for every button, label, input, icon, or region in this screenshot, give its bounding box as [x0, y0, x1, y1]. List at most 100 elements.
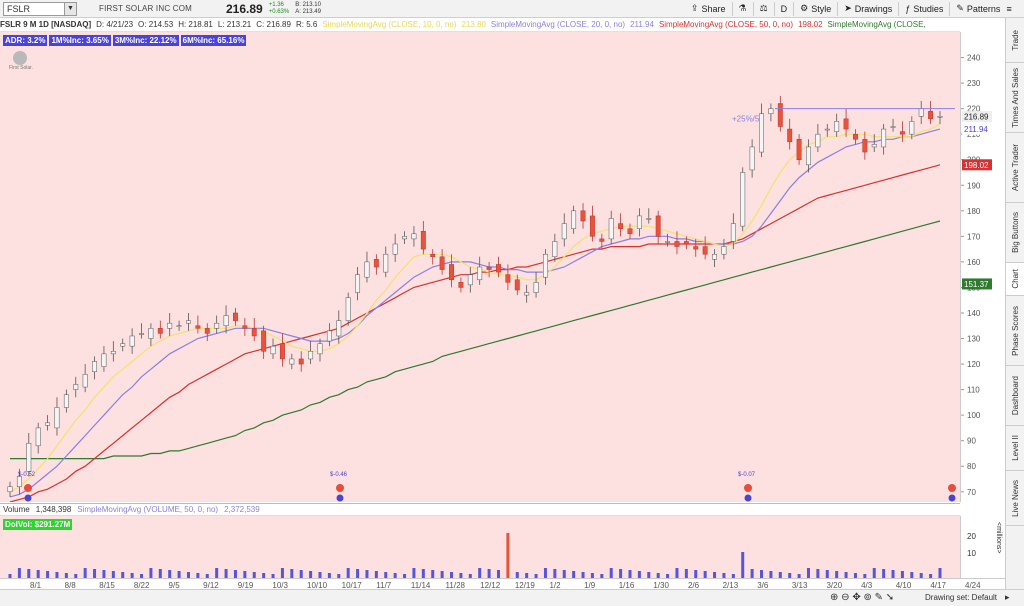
candle-body [533, 282, 539, 293]
candle-body [317, 343, 323, 355]
ma200-label[interactable]: SimpleMovingAvg (CLOSE, [828, 20, 926, 29]
scroll-arrow-icon[interactable]: ▸ [1005, 592, 1010, 603]
volume-bar [825, 570, 829, 578]
dollar-volume-badge: DolVol: $291.27M [3, 519, 73, 530]
candle-body [120, 343, 126, 347]
candle-body [759, 113, 764, 153]
candle-body [289, 358, 295, 365]
candle-body [834, 121, 840, 132]
price-tick: 80 [967, 462, 976, 471]
flask-button[interactable]: ⚗ [739, 3, 747, 14]
volume-bar [356, 569, 360, 578]
ma20-line [9, 128, 941, 498]
ma10-label[interactable]: SimpleMovingAvg (CLOSE, 10, 0, no) [322, 20, 456, 29]
earnings-marker-icon[interactable] [24, 484, 32, 492]
compare-button[interactable]: ⚖ [760, 3, 768, 14]
price-tick: 100 [967, 411, 981, 420]
adr-stat: ADR: 3.2% [3, 35, 48, 46]
ma50-label[interactable]: SimpleMovingAvg (CLOSE, 50, 0, no) [659, 20, 793, 29]
dividend-marker-icon[interactable] [336, 494, 344, 502]
share-button[interactable]: ⇪ Share [691, 3, 726, 14]
volume-bar [168, 570, 172, 578]
patterns-button[interactable]: ✎ Patterns [956, 3, 1000, 14]
candle-body [777, 103, 783, 127]
studies-button[interactable]: ƒ Studies [905, 4, 943, 14]
earnings-value: $-0.52 [18, 472, 36, 478]
candle-body [646, 218, 652, 220]
patterns-icon: ✎ [956, 3, 964, 13]
price-change: +1.36 +0.63% [269, 2, 290, 16]
candle-body [871, 144, 877, 148]
price-axis[interactable]: 2402302202102001901801701601501401301201… [960, 32, 1005, 502]
candle-body [82, 374, 88, 388]
side-tab-label: Live News [1011, 479, 1020, 517]
candle-body [702, 246, 708, 255]
volume-bar [703, 571, 707, 578]
menu-button[interactable]: ≡ [1006, 4, 1011, 14]
candle-body [543, 253, 548, 278]
price-chart[interactable]: +25%/5 $-0.52 $-0.46 $-0.07 [0, 32, 960, 503]
candle-body [261, 330, 267, 352]
side-tab-live-news[interactable]: Live News [1006, 471, 1024, 526]
cursor-icon: ➤ [844, 3, 852, 13]
volume-bar [17, 568, 21, 578]
side-tab-phase-scores[interactable]: Phase Scores [1006, 296, 1024, 366]
price-label: 216.89 [964, 113, 989, 122]
dividend-marker-icon[interactable] [948, 494, 956, 502]
candle-body [129, 335, 135, 347]
bar-low: L: 213.21 [217, 20, 252, 29]
period-button[interactable]: D [781, 4, 788, 14]
volume-bar [111, 571, 115, 578]
candle-body [768, 108, 774, 114]
earnings-marker-icon[interactable] [948, 484, 956, 492]
style-button[interactable]: ⚙ Style [800, 3, 831, 14]
symbol-input[interactable]: FSLR [3, 1, 65, 16]
dividend-marker-icon[interactable] [744, 494, 752, 502]
side-tab-dashboard[interactable]: Dashboard [1006, 366, 1024, 426]
ma20-label[interactable]: SimpleMovingAvg (CLOSE, 20, 0, no) [491, 20, 625, 29]
candle-body [514, 279, 520, 291]
volume-bar [891, 570, 895, 578]
side-tab-active-trader[interactable]: Active Trader [1006, 133, 1024, 203]
earnings-marker-icon[interactable] [744, 484, 752, 492]
price-chart-svg: +25%/5 $-0.52 $-0.46 $-0.07 [7, 95, 956, 503]
price-tick: 130 [967, 335, 981, 344]
ma10-line [9, 123, 941, 493]
date-axis[interactable]: 8/1 8/8 8/15 8/22 9/5 9/12 9/19 10/3 10/10 10/17 1… [0, 578, 1005, 590]
candle-body [712, 253, 717, 260]
side-tab-level-ii[interactable]: Level II [1006, 426, 1024, 471]
side-tab-big-buttons[interactable]: Big Buttons [1006, 203, 1024, 263]
candle-body [787, 128, 793, 143]
bar-open: O: 214.53 [138, 20, 174, 29]
candle-body [157, 328, 163, 334]
volume-bar [309, 571, 313, 578]
candle-body [148, 328, 154, 339]
side-tab-times-and-sales[interactable]: Times And Sales [1006, 63, 1024, 133]
candle-body [336, 320, 342, 337]
volume-ma-label[interactable]: SimpleMovingAvg (VOLUME, 50, 0, no) [77, 505, 218, 514]
volume-bar [750, 569, 754, 578]
volume-bar [83, 568, 87, 578]
dividend-marker-icon[interactable] [24, 494, 32, 502]
volume-bar [280, 568, 284, 578]
chart-title: FSLR 9 M 1D [NASDAQ] [0, 20, 92, 29]
candle-body [430, 253, 436, 258]
ma10-value: 213.80 [461, 20, 486, 29]
side-tab-chart[interactable]: Chart [1006, 263, 1024, 296]
drawing-set-label[interactable]: Drawing set: Default [925, 593, 997, 602]
earnings-marker-icon[interactable] [336, 484, 344, 492]
zoom-icons[interactable]: ⊕ ⊖ ✥ ⊚ ✎ ➘ [830, 592, 894, 603]
symbol-dropdown-button[interactable]: ▼ [65, 1, 77, 16]
candle-body [383, 253, 389, 273]
studies-label: Studies [913, 3, 944, 14]
candle-body [420, 230, 426, 250]
candle-body [627, 228, 633, 235]
candle-body [881, 128, 887, 148]
volume-chart[interactable] [0, 516, 960, 578]
candle-body [721, 246, 727, 255]
drawings-button[interactable]: ➤ Drawings [844, 3, 892, 14]
annotation-label: +25%/5 [732, 114, 760, 123]
price-tick: 170 [967, 232, 981, 241]
volume-bar [93, 569, 97, 578]
side-tab-trade[interactable]: Trade [1006, 18, 1024, 63]
